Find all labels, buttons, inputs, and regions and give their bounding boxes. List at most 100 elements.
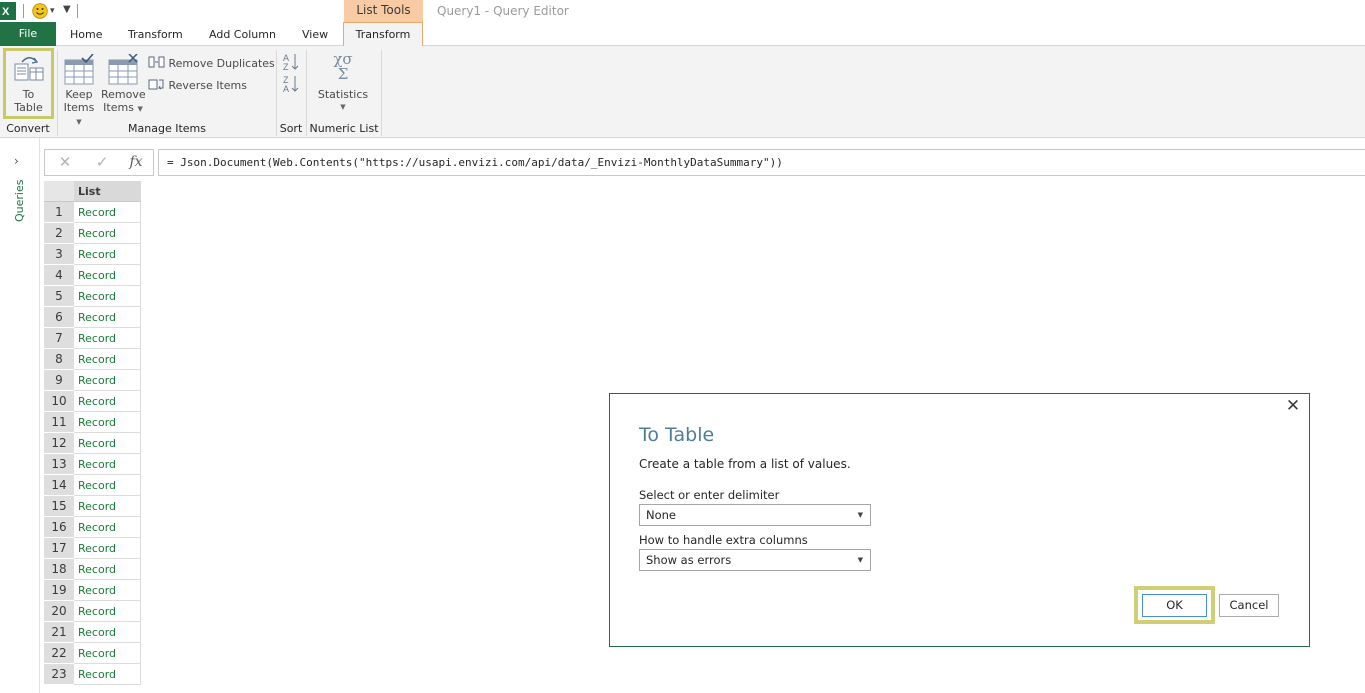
record-link[interactable]: Record [74, 223, 141, 244]
record-link[interactable]: Record [74, 202, 141, 223]
row-number[interactable]: 16 [44, 517, 74, 538]
dialog-title: To Table [639, 424, 715, 446]
record-link[interactable]: Record [74, 433, 141, 454]
to-table-icon [6, 52, 51, 88]
grid-corner[interactable] [44, 181, 74, 202]
cancel-button[interactable]: Cancel [1219, 594, 1279, 617]
row-number[interactable]: 14 [44, 475, 74, 496]
table-row: 1 Record [44, 202, 141, 223]
record-link[interactable]: Record [74, 622, 141, 643]
table-row: 10 Record [44, 391, 141, 412]
ok-button[interactable]: OK [1142, 594, 1207, 617]
svg-text:X: X [2, 6, 10, 18]
sort-descending-button[interactable]: Z A [282, 74, 300, 97]
data-grid: List 1 Record 2 Record 3 Record 4 Record 5 Record… [44, 181, 141, 685]
row-number[interactable]: 7 [44, 328, 74, 349]
row-number[interactable]: 2 [44, 223, 74, 244]
table-row: 17 Record [44, 538, 141, 559]
record-link[interactable]: Record [74, 559, 141, 580]
tab-list-transform[interactable]: Transform [343, 22, 423, 47]
row-number[interactable]: 21 [44, 622, 74, 643]
record-link[interactable]: Record [74, 391, 141, 412]
reverse-items-button[interactable]: Reverse Items [148, 77, 247, 95]
row-number[interactable]: 11 [44, 412, 74, 433]
group-label-manage-items: Manage Items [128, 122, 206, 135]
record-link[interactable]: Record [74, 601, 141, 622]
expand-queries-chevron-icon[interactable]: › [14, 154, 19, 168]
queries-pane-toggle[interactable]: Queries [11, 180, 29, 232]
record-link[interactable]: Record [74, 475, 141, 496]
to-table-button[interactable]: To Table [6, 52, 51, 114]
statistics-button[interactable]: χσ Σ Statistics ▼ [316, 52, 370, 114]
row-number[interactable]: 18 [44, 559, 74, 580]
row-number[interactable]: 22 [44, 643, 74, 664]
delimiter-select[interactable]: None ▼ [639, 504, 871, 526]
tab-add-column[interactable]: Add Column [209, 22, 276, 46]
record-link[interactable]: Record [74, 454, 141, 475]
chevron-down-icon: ▼ [857, 556, 863, 564]
close-dialog-icon[interactable]: ✕ [1285, 397, 1301, 415]
table-row: 23 Record [44, 664, 141, 685]
tab-view[interactable]: View [302, 22, 328, 46]
record-link[interactable]: Record [74, 496, 141, 517]
record-link[interactable]: Record [74, 286, 141, 307]
sort-ascending-button[interactable]: A Z [282, 52, 300, 75]
remove-duplicates-button[interactable]: Remove Duplicates [148, 55, 275, 73]
keep-items-button[interactable]: Keep Items ▼ [60, 53, 98, 129]
row-number[interactable]: 1 [44, 202, 74, 223]
table-row: 2 Record [44, 223, 141, 244]
context-tab-list-tools: List Tools [344, 0, 423, 22]
row-number[interactable]: 9 [44, 370, 74, 391]
row-number[interactable]: 17 [44, 538, 74, 559]
keep-items-icon [60, 53, 98, 88]
record-link[interactable]: Record [74, 580, 141, 601]
row-number[interactable]: 20 [44, 601, 74, 622]
formula-input[interactable]: = Json.Document(Web.Contents("https://us… [158, 149, 1365, 176]
remove-items-button[interactable]: Remove Items ▼ [101, 53, 146, 116]
quick-access-separator [23, 4, 24, 18]
remove-items-label-line1: Remove [101, 88, 146, 101]
insert-function-icon[interactable]: fx [124, 149, 148, 176]
table-row: 19 Record [44, 580, 141, 601]
window-title: Query1 - Query Editor [437, 4, 569, 18]
row-number[interactable]: 4 [44, 265, 74, 286]
table-row: 11 Record [44, 412, 141, 433]
row-number[interactable]: 10 [44, 391, 74, 412]
svg-text:A: A [283, 84, 289, 94]
group-label-sort: Sort [279, 122, 303, 135]
record-link[interactable]: Record [74, 307, 141, 328]
row-number[interactable]: 5 [44, 286, 74, 307]
row-number[interactable]: 13 [44, 454, 74, 475]
column-header-list[interactable]: List [74, 181, 141, 202]
tab-file[interactable]: File [0, 22, 56, 46]
tab-home[interactable]: Home [70, 22, 102, 46]
record-link[interactable]: Record [74, 643, 141, 664]
commit-formula-icon[interactable]: ✓ [90, 149, 114, 176]
record-link[interactable]: Record [74, 538, 141, 559]
customize-quick-access-icon[interactable]: ▼ [63, 5, 71, 15]
quick-access-separator-2 [77, 4, 78, 18]
record-link[interactable]: Record [74, 244, 141, 265]
record-link[interactable]: Record [74, 370, 141, 391]
grid-rows: 1 Record 2 Record 3 Record 4 Record 5 Record 6 Reco… [44, 202, 141, 685]
extra-columns-select[interactable]: Show as errors ▼ [639, 549, 871, 571]
send-feedback-smiley-icon[interactable] [32, 3, 48, 19]
sort-ascending-icon: A Z [282, 52, 300, 75]
record-link[interactable]: Record [74, 328, 141, 349]
row-number[interactable]: 8 [44, 349, 74, 370]
tab-transform[interactable]: Transform [128, 22, 183, 46]
record-link[interactable]: Record [74, 517, 141, 538]
record-link[interactable]: Record [74, 412, 141, 433]
smiley-dropdown-icon[interactable]: ▾ [50, 6, 55, 16]
row-number[interactable]: 15 [44, 496, 74, 517]
record-link[interactable]: Record [74, 664, 141, 685]
cancel-formula-icon[interactable]: ✕ [53, 149, 77, 176]
group-label-numeric-list: Numeric List [309, 122, 379, 135]
row-number[interactable]: 23 [44, 664, 74, 685]
row-number[interactable]: 12 [44, 433, 74, 454]
record-link[interactable]: Record [74, 349, 141, 370]
row-number[interactable]: 3 [44, 244, 74, 265]
record-link[interactable]: Record [74, 265, 141, 286]
row-number[interactable]: 19 [44, 580, 74, 601]
row-number[interactable]: 6 [44, 307, 74, 328]
